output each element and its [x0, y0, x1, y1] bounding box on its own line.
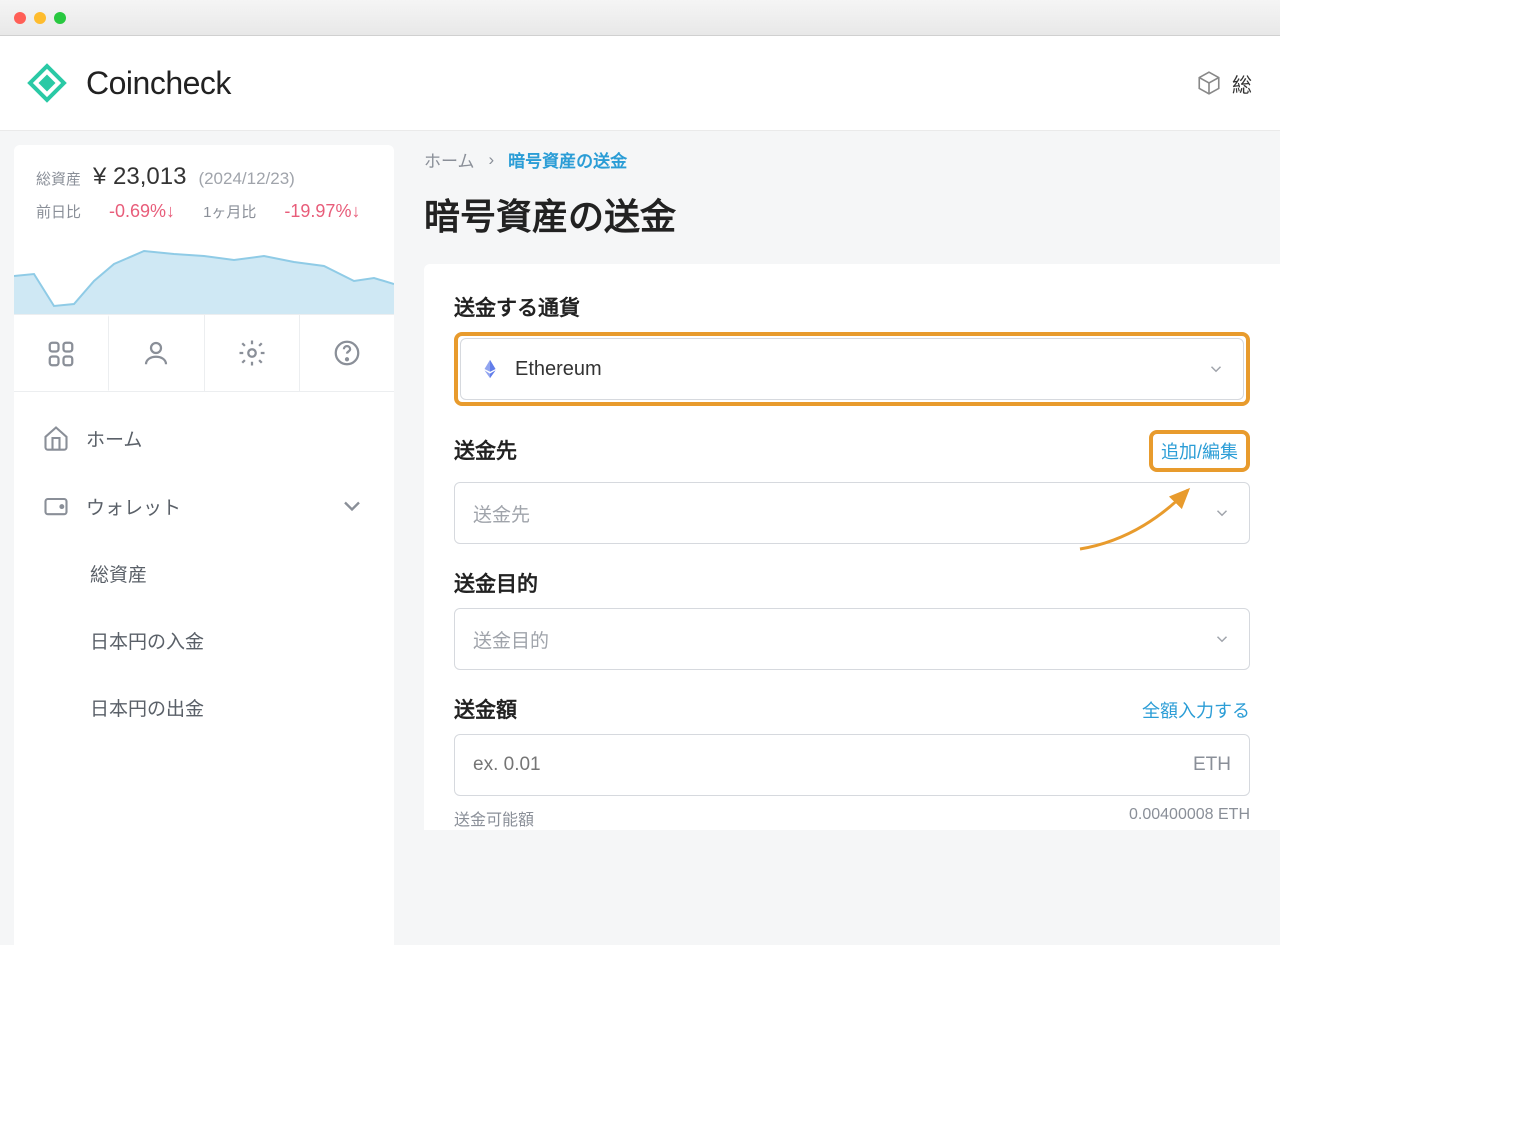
field-amount: 送金額 全額入力する ETH 送金可能額 0.00400008 ETH [454, 694, 1250, 830]
field-purpose: 送金目的 送金目的 [454, 568, 1250, 670]
close-window-icon[interactable] [14, 12, 26, 24]
balance-date: (2024/12/23) [198, 169, 294, 189]
chevron-down-icon [338, 492, 366, 520]
tab-dashboard[interactable] [14, 315, 109, 391]
nav-sub-jpy-deposit[interactable]: 日本円の入金 [14, 607, 394, 674]
destination-placeholder: 送金先 [473, 500, 530, 527]
nav-wallet[interactable]: ウォレット [14, 472, 394, 540]
nav-sub-jpy-withdraw[interactable]: 日本円の出金 [14, 674, 394, 741]
chevron-down-icon [1207, 360, 1225, 378]
topbar: Coincheck 総 [0, 36, 1280, 131]
wallet-icon [42, 492, 70, 520]
sidebar: 総資産 ¥ 23,013 (2024/12/23) 前日比 -0.69%↓ 1ヶ… [14, 145, 394, 945]
chevron-down-icon [1213, 504, 1231, 522]
breadcrumb-home[interactable]: ホーム [424, 147, 475, 172]
destination-label: 送金先 [454, 435, 517, 465]
page-title: 暗号資産の送金 [424, 188, 1280, 240]
field-destination: 送金先 追加/編集 送金先 [454, 430, 1250, 544]
month-change-label: 1ヶ月比 [203, 201, 256, 222]
send-form-panel: 送金する通貨 Ethereum [424, 264, 1280, 830]
tab-account[interactable] [109, 315, 204, 391]
minimize-window-icon[interactable] [34, 12, 46, 24]
month-change-value: -19.97%↓ [284, 201, 360, 222]
amount-unit: ETH [1193, 754, 1231, 776]
breadcrumb-separator: › [489, 150, 495, 170]
gear-icon [237, 338, 267, 368]
day-change-value: -0.69%↓ [109, 201, 175, 222]
user-icon [141, 338, 171, 368]
brand-logo[interactable]: Coincheck [22, 58, 231, 108]
sidebar-tabs [14, 314, 394, 392]
amount-input-wrap: ETH [454, 734, 1250, 796]
destination-action-highlight: 追加/編集 [1149, 430, 1250, 472]
brand-name: Coincheck [86, 65, 231, 102]
cube-icon [1196, 70, 1222, 96]
maximize-window-icon[interactable] [54, 12, 66, 24]
destination-select[interactable]: 送金先 [454, 482, 1250, 544]
nav-wallet-label: ウォレット [86, 493, 181, 520]
main-content: ホーム › 暗号資産の送金 暗号資産の送金 送金する通貨 [394, 131, 1280, 945]
sidebar-nav: ホーム ウォレット 総資産 日本円の入金 日本円の出金 [14, 392, 394, 753]
logo-icon [22, 58, 72, 108]
available-value: 0.00400008 ETH [1129, 806, 1250, 830]
purpose-select[interactable]: 送金目的 [454, 608, 1250, 670]
breadcrumb: ホーム › 暗号資産の送金 [424, 147, 1280, 172]
currency-highlight: Ethereum [454, 332, 1250, 406]
window-titlebar [0, 0, 1280, 36]
currency-select[interactable]: Ethereum [460, 338, 1244, 400]
ethereum-icon [479, 358, 501, 380]
field-currency: 送金する通貨 Ethereum [454, 292, 1250, 406]
nav-home-label: ホーム [86, 425, 142, 452]
purpose-placeholder: 送金目的 [473, 626, 549, 653]
chevron-down-icon [1213, 630, 1231, 648]
breadcrumb-current: 暗号資産の送金 [508, 147, 627, 172]
total-asset-amount: ¥ 23,013 [93, 163, 186, 191]
nav-home[interactable]: ホーム [14, 404, 394, 472]
topbar-right-label: 総 [1232, 69, 1252, 98]
tab-help[interactable] [300, 315, 394, 391]
currency-label: 送金する通貨 [454, 292, 580, 322]
currency-value: Ethereum [515, 358, 602, 381]
destination-add-edit-link[interactable]: 追加/編集 [1161, 442, 1238, 462]
available-label: 送金可能額 [454, 806, 534, 830]
balance-summary: 総資産 ¥ 23,013 (2024/12/23) 前日比 -0.69%↓ 1ヶ… [14, 145, 394, 222]
home-icon [42, 424, 70, 452]
balance-sparkline [14, 236, 394, 314]
day-change-label: 前日比 [36, 201, 81, 222]
nav-sub-total-assets[interactable]: 総資産 [14, 540, 394, 607]
amount-label: 送金額 [454, 694, 517, 724]
grid-icon [46, 339, 76, 369]
topbar-right-link[interactable]: 総 [1196, 69, 1252, 98]
amount-input[interactable] [473, 754, 1179, 776]
amount-fill-all-link[interactable]: 全額入力する [1142, 697, 1250, 723]
help-icon [332, 338, 362, 368]
purpose-label: 送金目的 [454, 568, 538, 598]
tab-settings[interactable] [205, 315, 300, 391]
total-asset-label: 総資産 [36, 168, 81, 189]
